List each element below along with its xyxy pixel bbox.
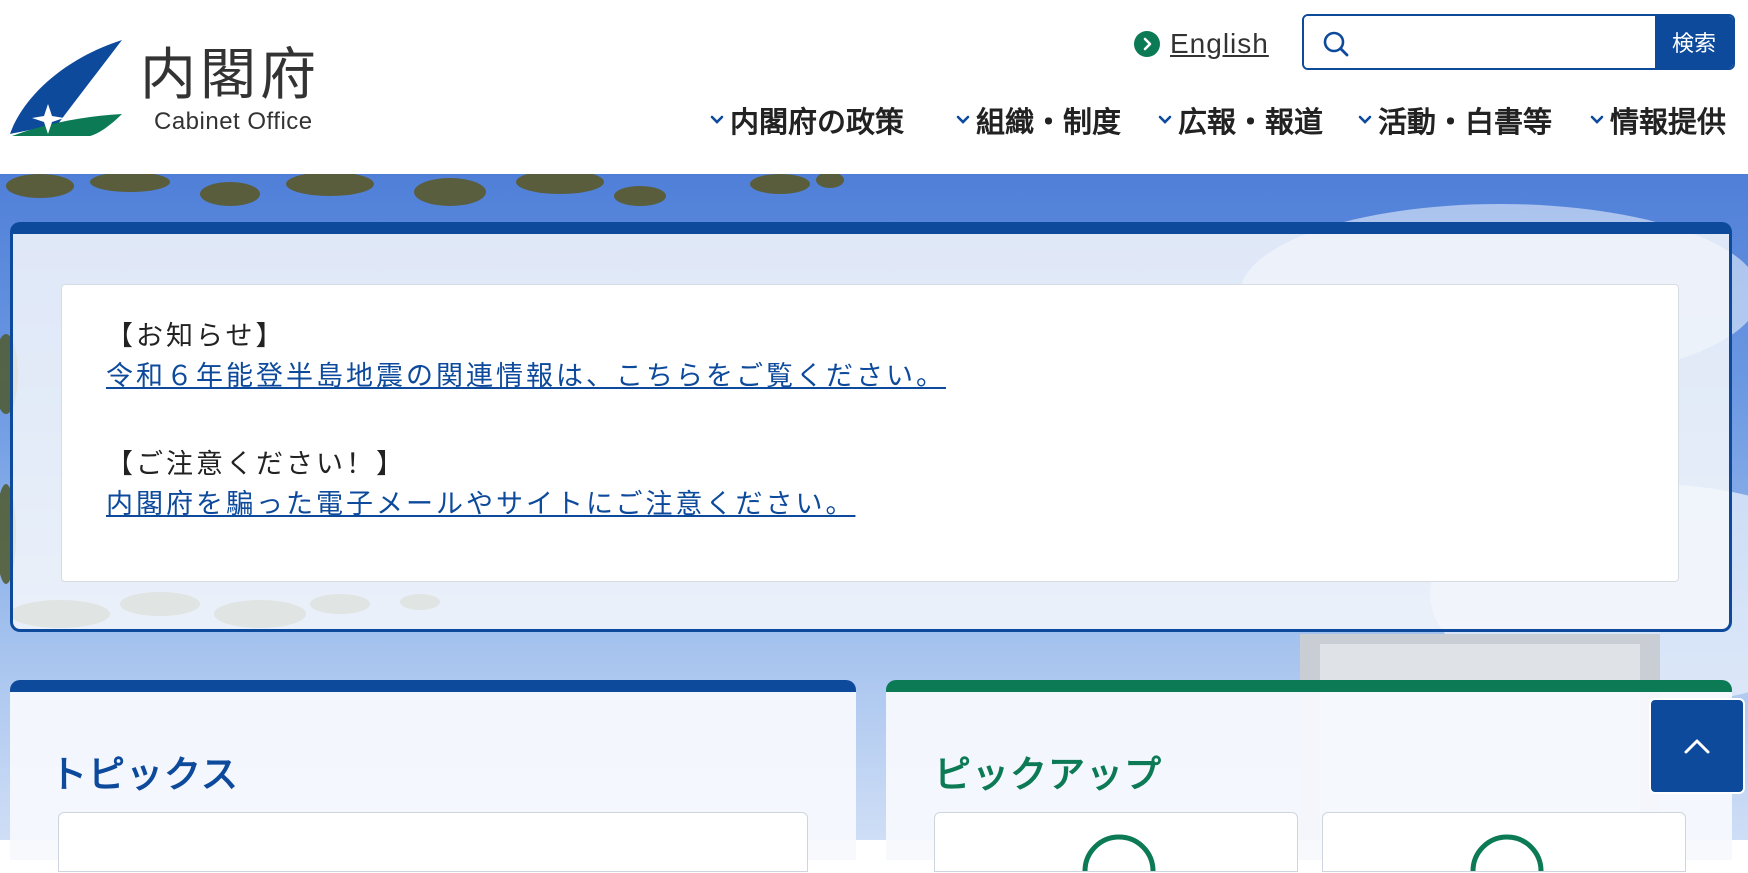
- arrow-right-circle-icon: [1134, 31, 1160, 57]
- topics-list-box: [58, 812, 808, 872]
- nav-item-label: 広報・報道: [1178, 105, 1324, 139]
- site-logo[interactable]: 内閣府 Cabinet Office: [8, 38, 328, 138]
- chevron-down-icon: [710, 115, 724, 125]
- search-icon: [1322, 30, 1350, 62]
- chevron-down-icon: [1158, 115, 1172, 125]
- english-link-label: English: [1170, 28, 1269, 59]
- search-button[interactable]: 検索: [1655, 16, 1733, 68]
- notice-heading: 【ご注意ください！】: [106, 449, 406, 480]
- nav-item-information[interactable]: 情報提供: [1590, 98, 1726, 142]
- site-search: 検索: [1302, 14, 1735, 70]
- topics-card: トピックス: [10, 680, 856, 872]
- pickup-item-box[interactable]: [1322, 812, 1686, 872]
- chevron-down-icon: [1358, 115, 1372, 125]
- logo-title-ja: 内閣府: [140, 43, 320, 108]
- chevron-down-icon: [956, 115, 970, 125]
- pickup-title: ピックアップ: [934, 753, 1162, 796]
- pickup-item-icon: [1470, 834, 1544, 872]
- english-link[interactable]: English: [1134, 28, 1269, 60]
- nav-item-label: 活動・白書等: [1378, 105, 1553, 139]
- notice-link-earthquake[interactable]: 令和６年能登半島地震の関連情報は、こちらをご覧ください。: [106, 357, 946, 397]
- nav-item-organization[interactable]: 組織・制度: [956, 98, 1121, 142]
- nav-item-label: 組織・制度: [976, 105, 1122, 139]
- nav-item-press[interactable]: 広報・報道: [1158, 98, 1323, 142]
- pickup-item-box[interactable]: [934, 812, 1298, 872]
- notice-item: 【お知らせ】 令和６年能登半島地震の関連情報は、こちらをご覧ください。: [106, 317, 946, 397]
- pickup-item-icon: [1082, 834, 1156, 872]
- notice-item: 【ご注意ください！】 内閣府を騙った電子メールやサイトにご注意ください。: [106, 445, 855, 525]
- site-header: 内閣府 Cabinet Office English 検索 内閣府の政策 組織・…: [0, 0, 1748, 174]
- topics-title: トピックス: [50, 753, 239, 796]
- nav-item-label: 内閣府の政策: [730, 105, 905, 139]
- logo-title-en: Cabinet Office: [154, 108, 313, 135]
- search-input[interactable]: [1304, 16, 1655, 68]
- nav-item-label: 情報提供: [1610, 105, 1727, 139]
- chevron-down-icon: [1590, 115, 1604, 125]
- notice-box: 【お知らせ】 令和６年能登半島地震の関連情報は、こちらをご覧ください。 【ご注意…: [61, 284, 1679, 582]
- back-to-top-button[interactable]: [1649, 698, 1745, 794]
- cabinet-office-logo-icon: [10, 40, 122, 136]
- nav-item-policies[interactable]: 内閣府の政策: [710, 98, 904, 142]
- logo-text: 内閣府 Cabinet Office: [140, 46, 320, 136]
- notice-heading: 【お知らせ】: [106, 321, 286, 352]
- notice-link-phishing[interactable]: 内閣府を騙った電子メールやサイトにご注意ください。: [106, 485, 855, 525]
- notice-panel: 【お知らせ】 令和６年能登半島地震の関連情報は、こちらをご覧ください。 【ご注意…: [10, 222, 1732, 632]
- pickup-card: ピックアップ: [886, 680, 1732, 872]
- chevron-up-icon: [1684, 739, 1710, 754]
- nav-item-activities[interactable]: 活動・白書等: [1358, 98, 1552, 142]
